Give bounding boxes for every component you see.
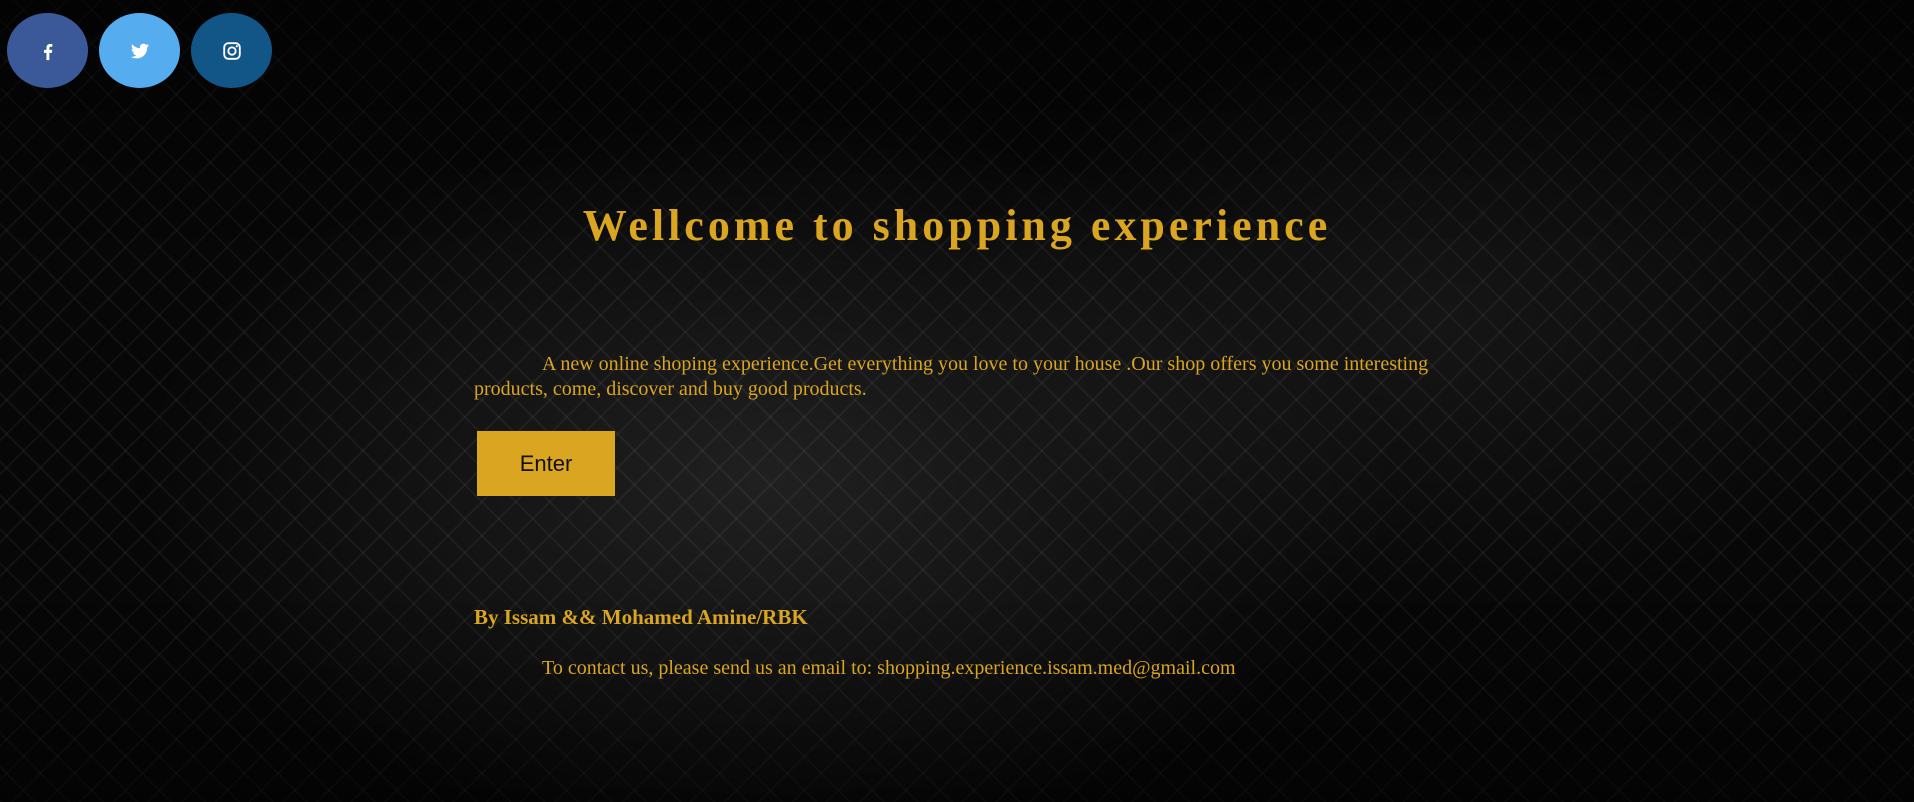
page-title: Wellcome to shopping experience [582, 201, 1332, 250]
contact-text: To contact us, please send us an email t… [542, 657, 1236, 679]
twitter-icon [129, 40, 151, 62]
author-byline: By Issam && Mohamed Amine/RBK [474, 605, 808, 629]
instagram-icon [221, 40, 243, 62]
enter-button[interactable]: Enter [477, 431, 615, 496]
facebook-button[interactable] [7, 13, 88, 88]
instagram-button[interactable] [191, 13, 272, 88]
intro-text: A new online shoping experience.Get ever… [474, 353, 1429, 400]
social-links [7, 13, 272, 88]
facebook-icon [37, 40, 59, 62]
twitter-button[interactable] [99, 13, 180, 88]
